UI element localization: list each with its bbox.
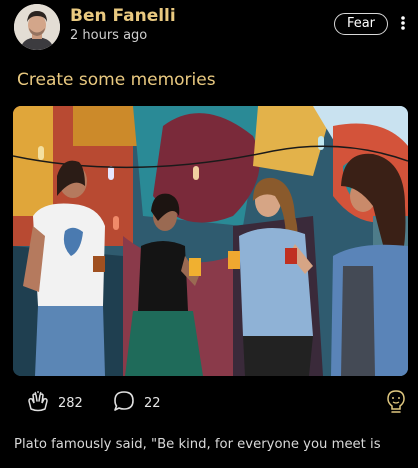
post-body-text: Plato famously said, "Be kind, for every… — [14, 437, 381, 452]
comment-button[interactable]: 22 — [112, 390, 161, 416]
clapping-hands-icon — [26, 389, 50, 417]
author-name[interactable]: Ben Fanelli — [70, 6, 176, 26]
post-header: Ben Fanelli 2 hours ago Fear — [0, 0, 418, 56]
like-button[interactable]: 282 — [26, 390, 83, 416]
emoji-lightbulb-icon[interactable] — [385, 388, 407, 416]
like-count: 282 — [58, 395, 83, 411]
mood-badge[interactable]: Fear — [334, 13, 388, 35]
post-action-bar: 282 22 — [0, 386, 418, 420]
vertical-ellipsis-icon[interactable] — [396, 10, 410, 36]
avatar[interactable] — [14, 4, 60, 50]
speech-bubble-icon — [112, 389, 136, 417]
post-timestamp: 2 hours ago — [70, 28, 148, 43]
post-photo[interactable] — [13, 106, 408, 376]
post-title: Create some memories — [17, 70, 216, 90]
comment-count: 22 — [144, 395, 161, 411]
